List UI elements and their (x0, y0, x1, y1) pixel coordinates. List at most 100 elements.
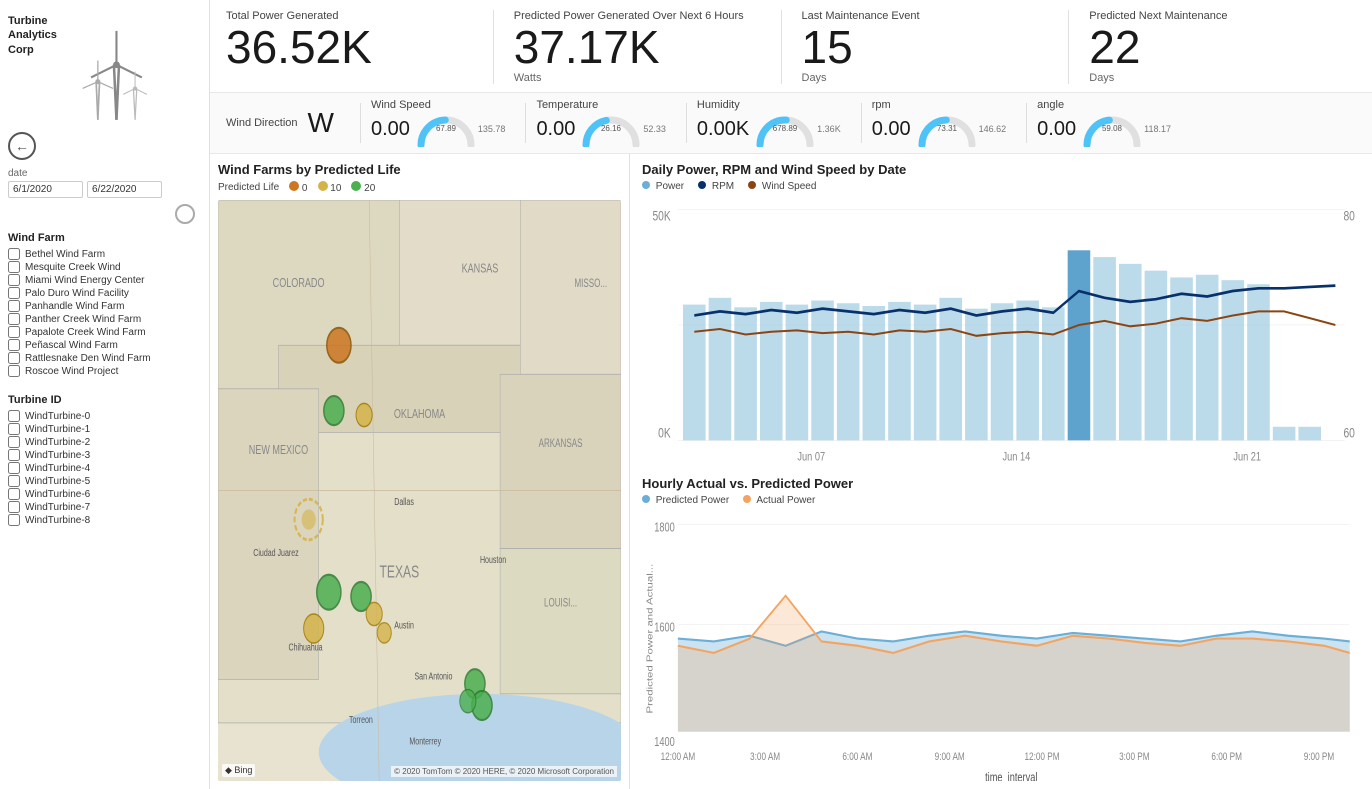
map-legend: Predicted Life 0 10 20 (218, 181, 621, 194)
filter-turbine-2[interactable]: WindTurbine-2 (8, 436, 201, 448)
svg-text:60: 60 (1343, 425, 1355, 441)
filter-panhandle[interactable]: Panhandle Wind Farm (8, 300, 201, 312)
power-dot (642, 181, 650, 189)
checkbox-rattlesnake[interactable] (8, 352, 20, 364)
svg-text:NEW MEXICO: NEW MEXICO (249, 444, 309, 458)
filter-turbine-5[interactable]: WindTurbine-5 (8, 475, 201, 487)
daily-chart-legend: Power RPM Wind Speed (642, 181, 1360, 192)
filter-mesquite[interactable]: Mesquite Creek Wind (8, 261, 201, 273)
predicted-power-block: Predicted Power Generated Over Next 6 Ho… (493, 10, 781, 84)
filter-label: Panther Creek Wind Farm (25, 314, 141, 325)
svg-text:time_interval: time_interval (985, 771, 1037, 781)
last-maintenance-unit: Days (802, 72, 1049, 84)
wind-farm-filter: Wind Farm Bethel Wind Farm Mesquite Cree… (0, 228, 209, 382)
svg-text:Jun 14: Jun 14 (1003, 451, 1031, 465)
temperature-max: 52.33 (643, 124, 666, 134)
checkbox-penascal[interactable] (8, 339, 20, 351)
rpm-gauge: rpm 0.00 73.31 146.62 (872, 99, 1006, 147)
filter-bethel[interactable]: Bethel Wind Farm (8, 248, 201, 260)
svg-text:Predicted Power and Actual...: Predicted Power and Actual... (646, 563, 655, 713)
filter-papalote[interactable]: Papalote Creek Wind Farm (8, 326, 201, 338)
svg-text:73.31: 73.31 (937, 124, 958, 133)
svg-text:1800: 1800 (654, 521, 675, 535)
legend-item-0: 0 (289, 181, 307, 194)
svg-text:678.89: 678.89 (773, 124, 798, 133)
temperature-current: 0.00 (536, 118, 575, 141)
date-start-input[interactable] (8, 181, 83, 198)
svg-text:9:00 AM: 9:00 AM (935, 750, 965, 763)
hourly-chart-svg: 1800 1600 1400 Predicted Power and Actua… (642, 510, 1360, 782)
rpm-max: 146.62 (979, 124, 1007, 134)
svg-text:OKLAHOMA: OKLAHOMA (394, 407, 446, 421)
filter-miami[interactable]: Miami Wind Energy Center (8, 274, 201, 286)
map-title: Wind Farms by Predicted Life (218, 162, 621, 177)
back-button[interactable]: ← (8, 132, 36, 160)
svg-text:6:00 AM: 6:00 AM (842, 750, 872, 763)
filter-panther[interactable]: Panther Creek Wind Farm (8, 313, 201, 325)
filter-turbine-1[interactable]: WindTurbine-1 (8, 423, 201, 435)
last-maintenance-block: Last Maintenance Event 15 Days (781, 10, 1069, 84)
filter-turbine-3[interactable]: WindTurbine-3 (8, 449, 201, 461)
date-section: date (0, 164, 209, 200)
filter-turbine-0[interactable]: WindTurbine-0 (8, 410, 201, 422)
filter-turbine-6[interactable]: WindTurbine-6 (8, 488, 201, 500)
angle-label: angle (1037, 99, 1161, 111)
daily-legend-wind: Wind Speed (748, 181, 816, 192)
charts-area: Wind Farms by Predicted Life Predicted L… (210, 154, 1372, 789)
checkbox-turbine-0[interactable] (8, 410, 20, 422)
filter-turbine-8[interactable]: WindTurbine-8 (8, 514, 201, 526)
checkbox-turbine-3[interactable] (8, 449, 20, 461)
map-legend-label: Predicted Life (218, 182, 279, 193)
filter-roscoe[interactable]: Roscoe Wind Project (8, 365, 201, 377)
radio-area (0, 200, 209, 228)
daily-chart-title: Daily Power, RPM and Wind Speed by Date (642, 162, 1360, 177)
checkbox-roscoe[interactable] (8, 365, 20, 377)
gauge-divider (686, 103, 687, 143)
checkbox-turbine-6[interactable] (8, 488, 20, 500)
checkbox-papalote[interactable] (8, 326, 20, 338)
checkbox-turbine-7[interactable] (8, 501, 20, 513)
temperature-label: Temperature (536, 99, 655, 111)
filter-turbine-4[interactable]: WindTurbine-4 (8, 462, 201, 474)
filter-label: WindTurbine-8 (25, 515, 90, 526)
checkbox-turbine-1[interactable] (8, 423, 20, 435)
turbine-title: Turbine ID (8, 394, 201, 406)
filter-label: WindTurbine-5 (25, 476, 90, 487)
radio-button[interactable] (175, 204, 195, 224)
filter-palo[interactable]: Palo Duro Wind Facility (8, 287, 201, 299)
checkbox-turbine-2[interactable] (8, 436, 20, 448)
filter-label: WindTurbine-6 (25, 489, 90, 500)
logo-text: Turbine Analytics Corp (8, 14, 57, 57)
checkbox-miami[interactable] (8, 274, 20, 286)
filter-penascal[interactable]: Peñascal Wind Farm (8, 339, 201, 351)
checkbox-turbine-8[interactable] (8, 514, 20, 526)
checkbox-mesquite[interactable] (8, 261, 20, 273)
svg-text:Austin: Austin (394, 619, 414, 631)
legend-dot-20 (351, 181, 361, 191)
checkbox-panhandle[interactable] (8, 300, 20, 312)
daily-legend-rpm: RPM (698, 181, 734, 192)
filter-rattlesnake[interactable]: Rattlesnake Den Wind Farm (8, 352, 201, 364)
filter-label: Papalote Creek Wind Farm (25, 327, 146, 338)
svg-text:TEXAS: TEXAS (380, 563, 420, 583)
hourly-chart-block: Hourly Actual vs. Predicted Power Predic… (642, 476, 1360, 782)
filter-label: WindTurbine-1 (25, 424, 90, 435)
filter-turbine-7[interactable]: WindTurbine-7 (8, 501, 201, 513)
date-end-input[interactable] (87, 181, 162, 198)
checkbox-bethel[interactable] (8, 248, 20, 260)
checkbox-palo[interactable] (8, 287, 20, 299)
legend-item-10: 10 (318, 181, 342, 194)
checkbox-panther[interactable] (8, 313, 20, 325)
map-section: Wind Farms by Predicted Life Predicted L… (210, 154, 630, 789)
wind-direction-gauge: Wind Direction W (226, 107, 340, 139)
wind-speed-gauge-arc: 67.89 (416, 111, 476, 147)
svg-text:6:00 PM: 6:00 PM (1211, 750, 1242, 763)
checkbox-turbine-5[interactable] (8, 475, 20, 487)
svg-text:3:00 AM: 3:00 AM (750, 750, 780, 763)
sidebar: Turbine Analytics Corp (0, 0, 210, 789)
wind-direction-value: W (308, 107, 334, 139)
legend-dot-10 (318, 181, 328, 191)
svg-text:Torreon: Torreon (349, 714, 373, 726)
bing-logo: ◆ Bing (222, 764, 255, 777)
checkbox-turbine-4[interactable] (8, 462, 20, 474)
